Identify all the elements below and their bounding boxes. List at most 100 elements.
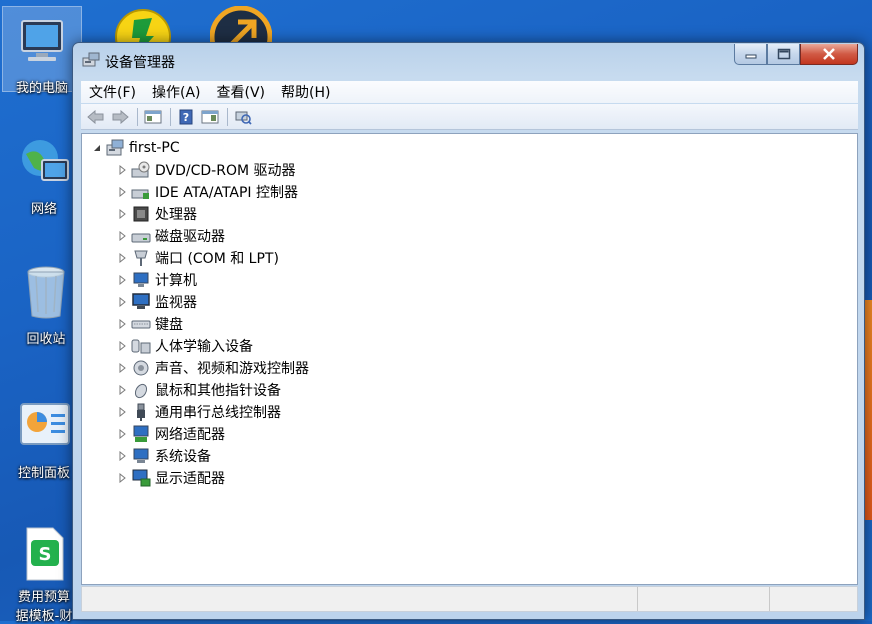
expand-arrow-icon[interactable] bbox=[118, 209, 128, 219]
tree-item-label: 鼠标和其他指针设备 bbox=[155, 383, 281, 399]
network-adapter-icon bbox=[131, 425, 151, 443]
globe-icon bbox=[22, 140, 69, 181]
expand-arrow-icon[interactable] bbox=[118, 275, 128, 285]
desktop-icon-app-partial[interactable] bbox=[210, 6, 272, 42]
minimize-button[interactable] bbox=[734, 44, 767, 65]
tree-item-system-devices[interactable]: 系统设备 bbox=[118, 445, 211, 467]
window-title: 设备管理器 bbox=[105, 55, 175, 71]
desktop-icon-computer[interactable]: 我的电脑 bbox=[2, 6, 82, 96]
expand-arrow-icon[interactable] bbox=[118, 231, 128, 241]
monitor-icon bbox=[131, 293, 151, 311]
tree-item-processor[interactable]: 处理器 bbox=[118, 203, 197, 225]
back-arrow-icon bbox=[87, 109, 104, 124]
recycle-bin-icon bbox=[27, 266, 65, 319]
expand-arrow-icon[interactable] bbox=[118, 473, 128, 483]
svg-text:S: S bbox=[39, 544, 52, 565]
device-tree-pane: first-PC DVD/CD-ROM 驱动器 IDE ATA/ATAPI 控制… bbox=[81, 133, 858, 585]
app-icon bbox=[210, 6, 272, 42]
console-tree-icon bbox=[144, 110, 162, 123]
maximize-button[interactable] bbox=[767, 44, 800, 65]
expand-arrow-icon[interactable] bbox=[118, 363, 128, 373]
tree-item-dvd[interactable]: DVD/CD-ROM 驱动器 bbox=[118, 159, 296, 181]
tree-item-label: 端口 (COM 和 LPT) bbox=[155, 251, 279, 267]
expand-arrow-icon[interactable] bbox=[118, 341, 128, 351]
device-manager-icon bbox=[82, 52, 100, 72]
tree-item-label: 磁盘驱动器 bbox=[155, 229, 225, 245]
toolbar-separator bbox=[137, 107, 138, 126]
desktop-icon-label: 我的电脑 bbox=[15, 81, 68, 96]
tree-item-ports[interactable]: 端口 (COM 和 LPT) bbox=[118, 247, 279, 269]
tree-root[interactable]: first-PC bbox=[92, 137, 180, 159]
close-icon bbox=[823, 48, 835, 60]
collapse-arrow-icon[interactable] bbox=[92, 143, 102, 153]
toolbar: ? bbox=[81, 104, 858, 130]
close-button[interactable] bbox=[800, 44, 858, 65]
status-pane-secondary bbox=[638, 587, 770, 611]
svg-text:?: ? bbox=[183, 111, 189, 124]
forward-button[interactable] bbox=[109, 107, 131, 127]
tree-item-label: 计算机 bbox=[155, 273, 197, 289]
control-panel-icon bbox=[20, 403, 70, 445]
forward-arrow-icon bbox=[112, 109, 129, 124]
show-hide-action-pane-button[interactable] bbox=[199, 107, 221, 127]
title-bar[interactable]: 设备管理器 bbox=[73, 43, 864, 75]
desktop-icon-app-partial[interactable] bbox=[114, 8, 172, 42]
computer-icon bbox=[105, 139, 125, 157]
tree-item-keyboard[interactable]: 键盘 bbox=[118, 313, 183, 335]
tree-item-computer[interactable]: 计算机 bbox=[118, 269, 197, 291]
expand-arrow-icon[interactable] bbox=[118, 253, 128, 263]
menu-file[interactable]: 文件(F) bbox=[81, 82, 144, 102]
status-pane-main bbox=[82, 587, 638, 611]
computer-icon bbox=[131, 271, 151, 289]
tree-item-network-adapter[interactable]: 网络适配器 bbox=[118, 423, 225, 445]
tree-item-label: 系统设备 bbox=[155, 449, 211, 465]
help-button[interactable]: ? bbox=[175, 107, 197, 127]
tree-item-label: 人体学输入设备 bbox=[155, 339, 253, 355]
tree-item-label: 显示适配器 bbox=[155, 471, 225, 487]
menu-help[interactable]: 帮助(H) bbox=[273, 82, 338, 102]
expand-arrow-icon[interactable] bbox=[118, 165, 128, 175]
tree-item-mouse[interactable]: 鼠标和其他指针设备 bbox=[118, 379, 281, 401]
menu-view[interactable]: 查看(V) bbox=[209, 82, 274, 102]
keyboard-icon bbox=[131, 315, 151, 333]
tree-item-label: DVD/CD-ROM 驱动器 bbox=[155, 163, 296, 179]
tree-item-ide[interactable]: IDE ATA/ATAPI 控制器 bbox=[118, 181, 298, 203]
status-bar bbox=[81, 586, 858, 612]
expand-arrow-icon[interactable] bbox=[118, 385, 128, 395]
usb-icon bbox=[131, 403, 151, 421]
back-button[interactable] bbox=[85, 107, 107, 127]
expand-arrow-icon[interactable] bbox=[118, 319, 128, 329]
tree-item-monitor[interactable]: 监视器 bbox=[118, 291, 197, 313]
expand-arrow-icon[interactable] bbox=[118, 407, 128, 417]
menu-action[interactable]: 操作(A) bbox=[144, 82, 209, 102]
tree-item-label: 监视器 bbox=[155, 295, 197, 311]
device-manager-window: 设备管理器 文件(F) 操作(A) 查看(V) 帮助(H) ? first-PC… bbox=[72, 42, 865, 620]
tree-item-label: 通用串行总线控制器 bbox=[155, 405, 281, 421]
system-device-icon bbox=[131, 447, 151, 465]
port-icon bbox=[131, 249, 151, 267]
toolbar-separator bbox=[170, 107, 171, 126]
tree-item-sound[interactable]: 声音、视频和游戏控制器 bbox=[118, 357, 309, 379]
tree-item-hid[interactable]: 人体学输入设备 bbox=[118, 335, 253, 357]
scan-hardware-button[interactable] bbox=[232, 107, 254, 127]
show-hide-console-tree-button[interactable] bbox=[142, 107, 164, 127]
window-controls bbox=[734, 44, 858, 66]
tree-item-label: 键盘 bbox=[155, 317, 183, 333]
minimize-icon bbox=[745, 54, 756, 59]
ide-controller-icon bbox=[131, 183, 151, 201]
tree-item-usb[interactable]: 通用串行总线控制器 bbox=[118, 401, 281, 423]
tree-item-display-adapter[interactable]: 显示适配器 bbox=[118, 467, 225, 489]
sound-icon bbox=[131, 359, 151, 377]
tree-item-label: 处理器 bbox=[155, 207, 197, 223]
disk-drive-icon bbox=[131, 227, 151, 245]
spreadsheet-file-icon: S bbox=[26, 527, 64, 581]
tree-item-disk[interactable]: 磁盘驱动器 bbox=[118, 225, 225, 247]
display-adapter-icon bbox=[131, 469, 151, 487]
maximize-icon bbox=[777, 48, 790, 60]
expand-arrow-icon[interactable] bbox=[118, 187, 128, 197]
hid-icon bbox=[131, 337, 151, 355]
expand-arrow-icon[interactable] bbox=[118, 451, 128, 461]
expand-arrow-icon[interactable] bbox=[118, 297, 128, 307]
expand-arrow-icon[interactable] bbox=[118, 429, 128, 439]
help-icon: ? bbox=[179, 109, 193, 124]
